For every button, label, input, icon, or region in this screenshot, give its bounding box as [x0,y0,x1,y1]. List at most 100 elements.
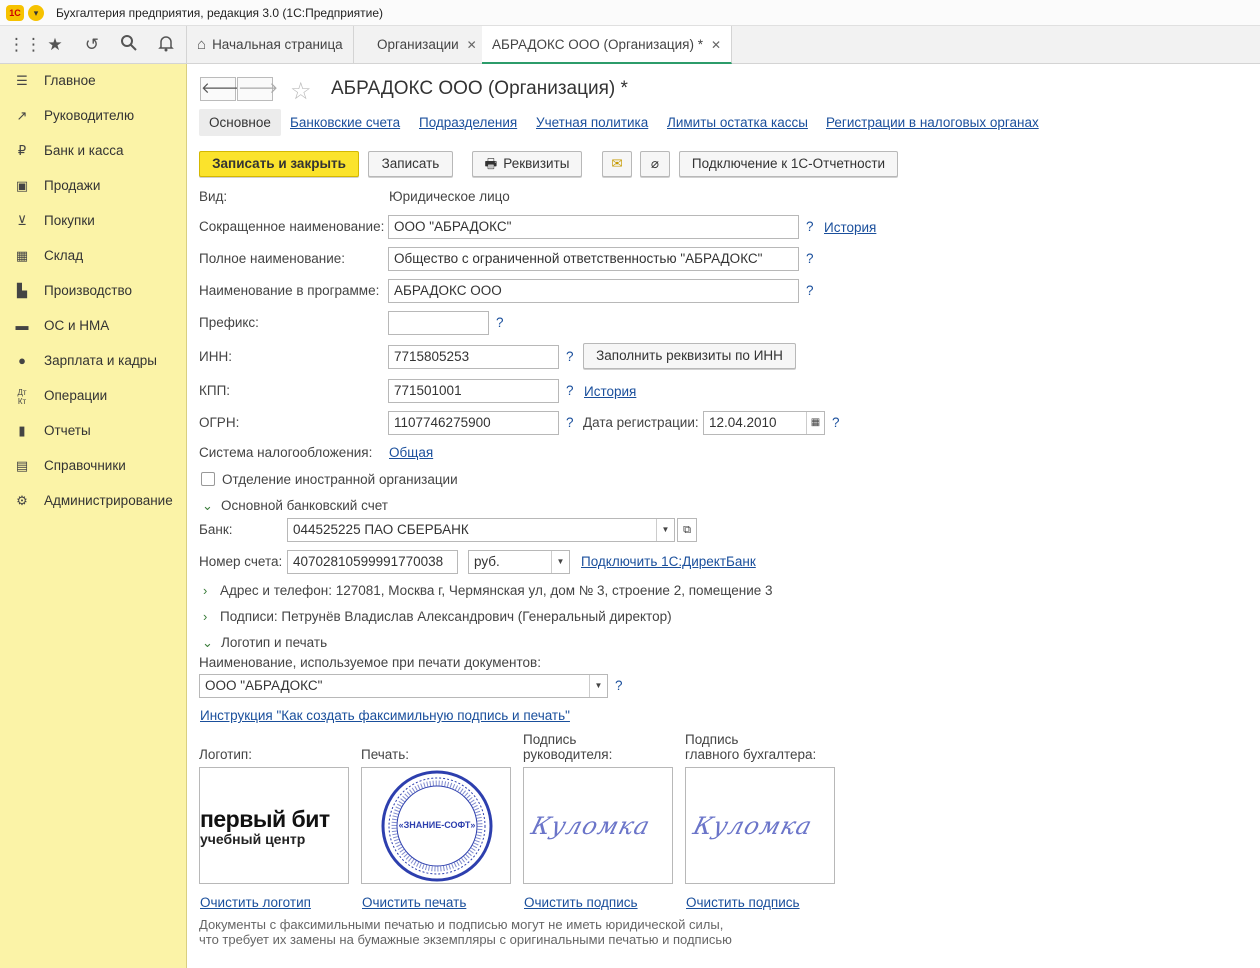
reg-date-label: Дата регистрации: [583,415,699,430]
sidebar-item-label: Продажи [44,178,101,193]
subtab-cash-limits[interactable]: Лимиты остатка кассы [667,115,808,130]
kpp-field[interactable]: 771501001 [388,379,559,403]
stamp-image[interactable]: «ЗНАНИЕ-СОФТ» [361,767,511,884]
sidebar-item-admin[interactable]: ⚙ Администрирование [0,484,187,519]
sidebar-item-operations[interactable]: Дт Кт Операции [0,379,187,414]
calendar-icon[interactable]: ▦ [806,412,824,434]
help-icon[interactable]: ? [615,678,623,693]
apps-grid-icon[interactable]: ⋮⋮ [8,34,42,56]
subtab-tax-registrations[interactable]: Регистрации в налоговых органах [826,115,1039,130]
tab-home[interactable]: ⌂ Начальная страница [187,26,354,64]
inn-field[interactable]: 7715805253 [388,345,559,369]
sidebar-item-label: Руководителю [44,108,135,123]
help-icon[interactable]: ? [832,415,840,430]
subtab-bank-accounts[interactable]: Банковские счета [290,115,400,130]
print-name-label: Наименование, используемое при печати до… [199,655,541,670]
chevron-down-icon[interactable]: ⌄ [202,635,213,651]
sidebar-item-production[interactable]: ▙ Производство [0,274,187,309]
clear-accountant-signature-link[interactable]: Очистить подпись [686,895,800,910]
clear-logo-link[interactable]: Очистить логотип [200,895,311,910]
back-button[interactable]: 🡐 [200,77,241,101]
sidebar-item-sales[interactable]: ▣ Продажи [0,169,187,204]
sidebar-item-purchases[interactable]: ⊻ Покупки [0,204,187,239]
help-icon[interactable]: ? [566,415,574,430]
sidebar-item-warehouse[interactable]: ▦ Склад [0,239,187,274]
accountant-signature-image[interactable]: Куломка [685,767,835,884]
chevron-down-icon[interactable]: ⌄ [202,498,213,514]
save-and-close-button[interactable]: Записать и закрыть [199,151,359,177]
sidebar-item-assets[interactable]: ▬ ОС и НМА [0,309,187,344]
tab-organizations[interactable]: Организации ✕ [367,26,488,64]
directbank-link[interactable]: Подключить 1С:ДиректБанк [581,554,756,569]
sidebar-item-label: Отчеты [44,423,91,438]
history-icon[interactable]: ↺ [81,34,103,56]
bank-section-header[interactable]: Основной банковский счет [221,498,388,513]
kpp-history-link[interactable]: История [584,384,636,399]
program-name-field[interactable]: АБРАДОКС ООО [388,279,799,303]
close-icon[interactable]: ✕ [711,38,721,52]
sidebar-item-label: Зарплата и кадры [44,353,157,368]
ogrn-label: ОГРН: [199,415,240,430]
connect-reporting-button[interactable]: Подключение к 1С-Отчетности [679,151,898,177]
subtab-accounting-policy[interactable]: Учетная политика [536,115,648,130]
short-name-history-link[interactable]: История [824,220,876,235]
currency-select[interactable]: руб. ▼ [468,550,570,574]
sidebar-item-salary[interactable]: ● Зарплата и кадры [0,344,187,379]
stamp-label: Печать: [361,747,409,762]
fill-by-inn-button[interactable]: Заполнить реквизиты по ИНН [583,343,796,369]
head-signature-image[interactable]: Куломка [523,767,673,884]
tab-home-label: Начальная страница [212,37,343,52]
tab-organization-card[interactable]: АБРАДОКС ООО (Организация) * ✕ [482,26,733,64]
subtab-departments[interactable]: Подразделения [419,115,517,130]
help-icon[interactable]: ? [566,383,574,398]
sidebar-item-main[interactable]: ☰ Главное [0,64,187,99]
sidebar-item-reports[interactable]: ▮ Отчеты [0,414,187,449]
reg-date-field[interactable]: 12.04.2010 ▦ [703,411,825,435]
foreign-branch-checkbox[interactable] [201,472,215,486]
chevron-down-icon[interactable]: ▼ [656,519,674,541]
favorites-star-icon[interactable]: ★ [44,34,66,56]
bank-select[interactable]: 044525225 ПАО СБЕРБАНК ▼ [287,518,675,542]
account-field[interactable]: 40702810599991770038 [287,550,458,574]
print-name-select[interactable]: ООО "АБРАДОКС" ▼ [199,674,608,698]
clear-head-signature-link[interactable]: Очистить подпись [524,895,638,910]
help-icon[interactable]: ? [806,283,814,298]
ogrn-field[interactable]: 1107746275900 [388,411,559,435]
logo-label: Логотип: [199,747,252,762]
logo-image[interactable]: первый бит учебный центр [199,767,349,884]
sidebar-item-manager[interactable]: ↗ Руководителю [0,99,187,134]
help-icon[interactable]: ? [496,315,504,330]
main-menu-button[interactable]: ▾ [28,5,44,21]
save-button[interactable]: Записать [368,151,453,177]
sidebar-item-bank[interactable]: ₽ Банк и касса [0,134,187,169]
chevron-down-icon[interactable]: ▼ [551,551,569,573]
help-icon[interactable]: ? [806,219,814,234]
chevron-right-icon[interactable]: › [203,583,207,598]
favorite-star-icon[interactable]: ☆ [290,77,312,106]
attachment-button[interactable]: ⌀ [640,151,670,177]
requisites-button[interactable]: 🖶 Реквизиты [472,151,582,177]
chevron-down-icon[interactable]: ▼ [589,675,607,697]
sidebar-item-references[interactable]: ▤ Справочники [0,449,187,484]
close-icon[interactable]: ✕ [467,38,477,52]
open-bank-button[interactable]: ⧉ [677,518,697,542]
search-icon[interactable] [118,34,140,56]
trend-icon: ↗ [16,108,28,123]
help-icon[interactable]: ? [806,251,814,266]
signatures-section-header[interactable]: Подписи: Петрунёв Владислав Александрови… [220,609,672,624]
instruction-link[interactable]: Инструкция "Как создать факсимильную под… [200,708,570,723]
clear-stamp-link[interactable]: Очистить печать [362,895,466,910]
tax-system-link[interactable]: Общая [389,445,433,460]
forward-button[interactable]: 🡒 [237,77,278,101]
truck-icon: ▬ [15,318,29,333]
subtab-main[interactable]: Основное [199,109,281,136]
notifications-bell-icon[interactable] [155,34,177,56]
logo-section-header[interactable]: Логотип и печать [221,635,327,650]
address-section-header[interactable]: Адрес и телефон: 127081, Москва г, Чермя… [220,583,773,598]
email-button[interactable]: ✉ [602,151,632,177]
chevron-right-icon[interactable]: › [203,609,207,624]
help-icon[interactable]: ? [566,349,574,364]
short-name-field[interactable]: ООО "АБРАДОКС" [388,215,799,239]
prefix-field[interactable] [388,311,489,335]
full-name-field[interactable]: Общество с ограниченной ответственностью… [388,247,799,271]
